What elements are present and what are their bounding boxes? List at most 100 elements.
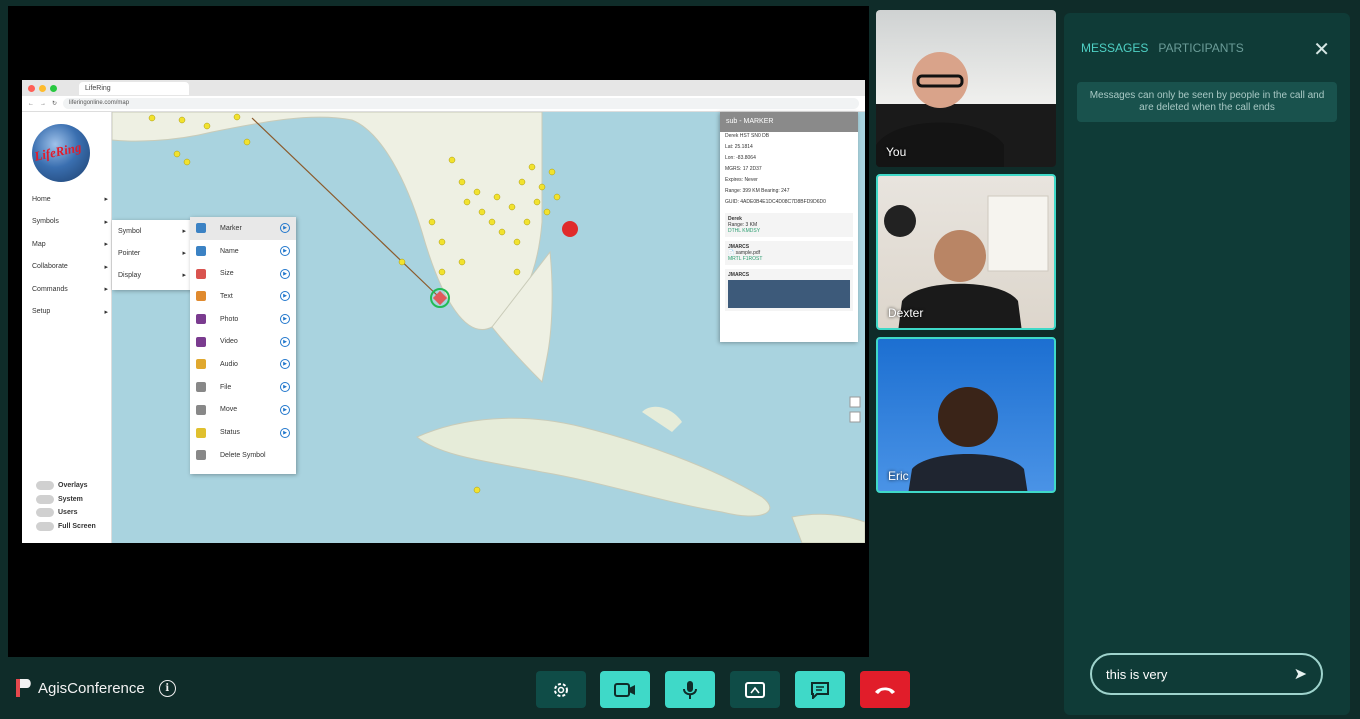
toggle-switch[interactable] <box>36 521 54 531</box>
symbol-action-move[interactable]: Move ▶ <box>190 399 296 422</box>
chevron-right-icon: ▸ <box>104 196 108 204</box>
menu-item-label: Collaborate <box>32 263 68 271</box>
symbol-action-file[interactable]: File ▶ <box>190 376 296 399</box>
info-row: Expires: Never <box>725 177 758 183</box>
symbol-action-video[interactable]: Video ▶ <box>190 330 296 353</box>
info-card[interactable]: JMARCS 📄 sample.pdf MRTL F1ROST <box>725 241 853 265</box>
info-row: Derek HST SN0 DB <box>725 133 770 139</box>
url-field[interactable]: liferingonline.com/map <box>63 98 859 109</box>
submenu-label: Pointer <box>118 249 141 257</box>
play-icon[interactable]: ▶ <box>280 268 290 279</box>
participant-tile-eric[interactable]: Eric <box>876 337 1056 493</box>
toggle-users[interactable]: Users <box>36 506 96 520</box>
symbol-action-label: Audio <box>220 360 238 368</box>
symbol-info-panel: sub - MARKER Derek HST SN0 DB Lat: 25.18… <box>720 112 858 342</box>
toggle-label: Overlays <box>58 482 88 490</box>
submenu-item-display[interactable]: Display ▸ <box>112 264 192 286</box>
menu-item-setup[interactable]: Setup ▸ <box>32 301 108 324</box>
tab-participants[interactable]: PARTICIPANTS <box>1158 41 1243 55</box>
symbol-action-audio[interactable]: Audio ▶ <box>190 353 296 376</box>
screen-share-button[interactable] <box>730 671 780 708</box>
size-icon <box>196 268 206 279</box>
camera-button[interactable] <box>600 671 650 708</box>
info-row: Range: 399 KM Bearing: 247 <box>725 188 790 194</box>
menu-item-home[interactable]: Home ▸ <box>32 188 108 211</box>
symbol-action-label: Status <box>220 429 240 437</box>
left-side-panel: LifeRing Home ▸ Symbols ▸ Map ▸ Collaborate… <box>22 112 112 543</box>
play-icon[interactable]: ▶ <box>280 382 290 393</box>
symbol-action-name[interactable]: Name ▶ <box>190 240 296 263</box>
back-icon[interactable]: ← <box>28 101 34 107</box>
tab-messages[interactable]: MESSAGES <box>1081 41 1148 55</box>
card-title: JMARCS <box>728 272 750 278</box>
toggle-label: Full Screen <box>58 522 96 530</box>
participant-name: Eric <box>888 469 909 483</box>
close-icon[interactable]: ✕ <box>1313 37 1330 61</box>
play-icon[interactable]: ▶ <box>280 336 290 347</box>
toggle-list: Overlays System Users Full Screen <box>36 479 96 533</box>
chat-button[interactable] <box>795 671 845 708</box>
map-view[interactable]: LifeRing Home ▸ Symbols ▸ Map ▸ Collaborate… <box>22 112 865 543</box>
symbols-submenu: Symbol ▸ Pointer ▸ Display ▸ <box>112 220 192 290</box>
info-row: MGRS: 17 2D37 <box>725 166 762 172</box>
settings-button[interactable] <box>536 671 586 708</box>
play-icon[interactable]: ▶ <box>280 291 290 302</box>
symbol-action-photo[interactable]: Photo ▶ <box>190 308 296 331</box>
symbol-action-label: File <box>220 383 232 391</box>
card-link[interactable]: MRTL F1ROST <box>728 256 762 262</box>
toggle-switch[interactable] <box>36 508 54 518</box>
toggle-label: Users <box>58 509 78 517</box>
menu-item-symbols[interactable]: Symbols ▸ <box>32 211 108 234</box>
message-composer: ➤ <box>1090 653 1323 695</box>
play-icon[interactable]: ▶ <box>280 427 290 438</box>
toggle-switch[interactable] <box>36 494 54 504</box>
submenu-item-pointer[interactable]: Pointer ▸ <box>112 242 192 264</box>
symbol-action-marker[interactable]: Marker ▶ <box>190 217 296 240</box>
message-input[interactable] <box>1106 666 1294 682</box>
submenu-label: Symbol <box>118 227 142 235</box>
close-window-icon[interactable] <box>28 84 35 92</box>
participant-tile-dexter[interactable]: Dexter <box>876 174 1056 330</box>
menu-item-commands[interactable]: Commands ▸ <box>32 278 108 301</box>
play-icon[interactable]: ▶ <box>280 314 290 325</box>
card-link[interactable]: DTHL KMDSY <box>728 228 760 234</box>
symbol-action-delete[interactable]: Delete Symbol <box>190 444 296 467</box>
menu-item-map[interactable]: Map ▸ <box>32 233 108 256</box>
forward-icon[interactable]: → <box>40 101 46 107</box>
toggle-switch[interactable] <box>36 481 54 491</box>
logo-text: LifeRing <box>32 139 83 164</box>
browser-tab-bar: LifeRing <box>22 80 865 96</box>
privacy-notice: Messages can only be seen by people in t… <box>1077 82 1337 122</box>
info-card[interactable]: Derek Range: 3 KM DTHL KMDSY <box>725 213 853 237</box>
chevron-right-icon: ▸ <box>104 308 108 316</box>
info-icon[interactable]: i <box>158 679 176 697</box>
info-card[interactable]: JMARCS <box>725 269 853 311</box>
browser-tab[interactable]: LifeRing <box>79 81 189 95</box>
send-icon[interactable]: ➤ <box>1294 664 1307 684</box>
symbol-action-label: Delete Symbol <box>220 451 266 459</box>
play-icon[interactable]: ▶ <box>280 223 290 234</box>
toggle-system[interactable]: System <box>36 493 96 507</box>
symbol-action-size[interactable]: Size ▶ <box>190 262 296 285</box>
end-call-button[interactable] <box>860 671 910 708</box>
audio-icon <box>196 359 206 370</box>
participant-tile-you[interactable]: You <box>876 10 1056 167</box>
maximize-window-icon[interactable] <box>50 84 57 92</box>
toggle-full-screen[interactable]: Full Screen <box>36 520 96 534</box>
symbol-action-label: Text <box>220 292 233 300</box>
symbol-action-status[interactable]: Status ▶ <box>190 421 296 444</box>
play-icon[interactable]: ▶ <box>280 359 290 370</box>
menu-item-label: Map <box>32 240 46 248</box>
symbol-action-text[interactable]: Text ▶ <box>190 285 296 308</box>
info-row: Lon: -83.8064 <box>725 155 756 161</box>
toggle-overlays[interactable]: Overlays <box>36 479 96 493</box>
play-icon[interactable]: ▶ <box>280 404 290 415</box>
reload-icon[interactable]: ↻ <box>52 100 57 107</box>
menu-item-collaborate[interactable]: Collaborate ▸ <box>32 256 108 279</box>
chevron-right-icon: ▸ <box>104 218 108 226</box>
submenu-item-symbol[interactable]: Symbol ▸ <box>112 220 192 242</box>
play-icon[interactable]: ▶ <box>280 246 290 257</box>
microphone-button[interactable] <box>665 671 715 708</box>
minimize-window-icon[interactable] <box>39 84 46 92</box>
trash-icon <box>196 450 206 461</box>
